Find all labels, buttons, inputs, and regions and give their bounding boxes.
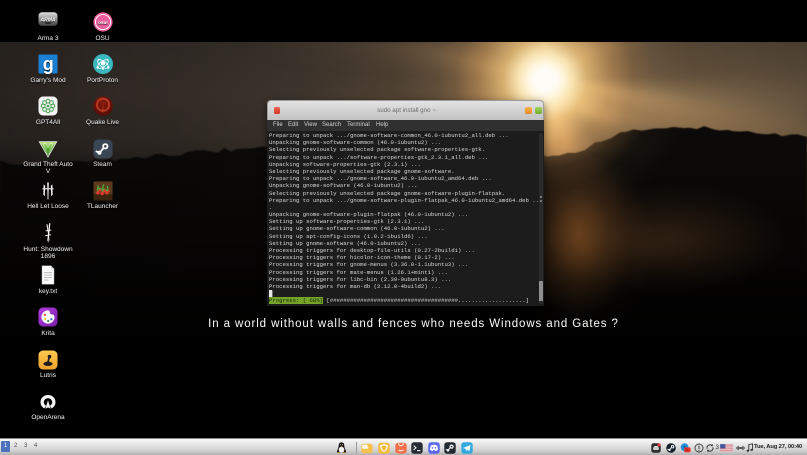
svg-text:osu!: osu! xyxy=(98,20,108,25)
svg-text:g: g xyxy=(43,54,54,74)
